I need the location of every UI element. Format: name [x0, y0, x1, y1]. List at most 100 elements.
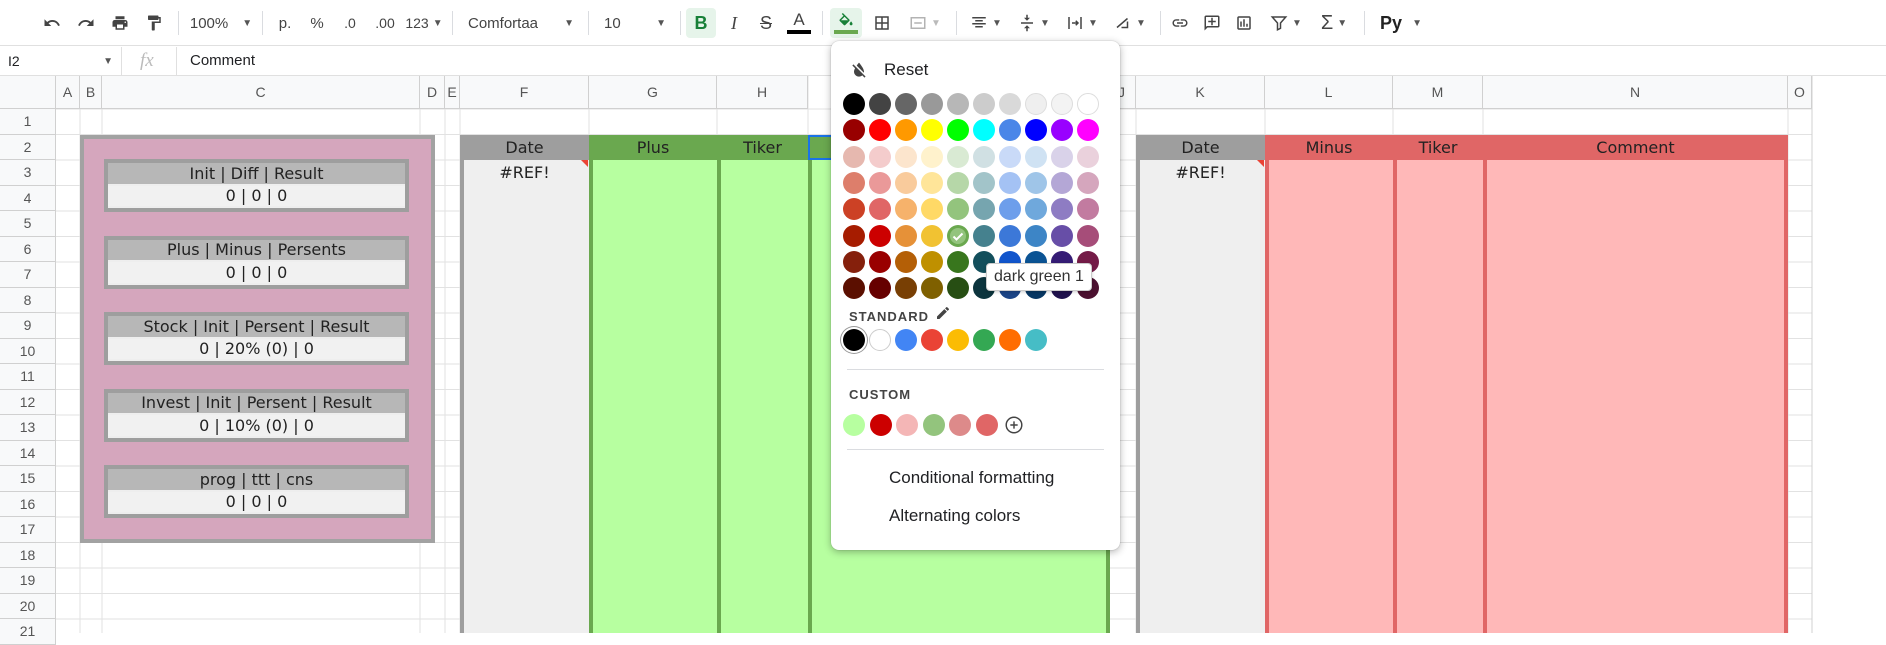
color-swatch[interactable]	[843, 119, 865, 142]
comment-header-minus[interactable]: Comment	[1483, 134, 1788, 160]
formula-input[interactable]: Comment	[190, 52, 255, 69]
custom-color-swatch[interactable]	[949, 414, 971, 436]
color-swatch[interactable]	[843, 145, 865, 168]
color-swatch[interactable]	[843, 250, 865, 273]
color-swatch[interactable]	[843, 198, 865, 221]
color-swatch[interactable]	[921, 198, 943, 221]
color-swatch[interactable]	[869, 250, 891, 273]
column-header-k[interactable]: K	[1136, 76, 1265, 109]
fill-color-button[interactable]	[830, 8, 862, 38]
summary-card-header[interactable]: Stock | Init | Persent | Result	[108, 316, 405, 337]
color-swatch[interactable]	[869, 93, 891, 115]
extension-button[interactable]: Py ▼	[1374, 8, 1428, 38]
color-swatch[interactable]	[1025, 93, 1047, 115]
color-swatch[interactable]	[869, 198, 891, 221]
alternating-colors-item[interactable]: Alternating colors	[889, 506, 1020, 526]
color-swatch[interactable]	[1025, 198, 1047, 221]
standard-color-swatch[interactable]	[1025, 329, 1047, 351]
text-wrap-icon[interactable]: ▼	[1060, 8, 1104, 38]
color-swatch[interactable]	[895, 250, 917, 273]
decrease-decimal-button[interactable]: .0	[336, 8, 364, 38]
custom-color-swatch[interactable]	[975, 414, 998, 436]
row-header-17[interactable]: 17	[0, 517, 56, 543]
filter-icon[interactable]: ▼	[1264, 8, 1308, 38]
color-swatch[interactable]	[1077, 224, 1099, 247]
column-header-g[interactable]: G	[589, 76, 717, 109]
standard-color-swatch[interactable]	[843, 329, 865, 351]
italic-button[interactable]: I	[720, 8, 748, 38]
percent-format-button[interactable]: %	[304, 8, 330, 38]
color-swatch[interactable]	[1077, 171, 1099, 194]
column-header-o[interactable]: O	[1788, 76, 1812, 109]
print-icon[interactable]	[106, 8, 134, 38]
reset-color-item[interactable]: Reset	[849, 57, 1089, 83]
tiker-header-plus[interactable]: Tiker	[717, 134, 808, 160]
color-swatch[interactable]	[895, 224, 917, 247]
custom-color-swatch[interactable]	[843, 414, 865, 436]
color-swatch[interactable]	[999, 224, 1021, 247]
color-swatch[interactable]	[999, 93, 1021, 115]
color-swatch[interactable]	[921, 250, 943, 273]
date-header-minus[interactable]: Date	[1136, 134, 1265, 160]
color-swatch[interactable]	[947, 145, 969, 168]
row-header-8[interactable]: 8	[0, 287, 56, 313]
summary-card-header[interactable]: prog | ttt | cns	[108, 469, 405, 490]
row-header-19[interactable]: 19	[0, 568, 56, 594]
bold-button[interactable]: B	[686, 8, 716, 38]
color-swatch[interactable]	[973, 198, 995, 221]
column-header-a[interactable]: A	[56, 76, 80, 109]
color-swatch[interactable]	[869, 224, 891, 247]
color-swatch[interactable]	[895, 145, 917, 168]
color-swatch[interactable]	[1077, 93, 1099, 115]
column-header-c[interactable]: C	[102, 76, 420, 109]
color-swatch[interactable]	[869, 145, 891, 168]
color-swatch[interactable]	[947, 119, 969, 142]
borders-icon[interactable]	[868, 8, 896, 38]
row-header-3[interactable]: 3	[0, 160, 56, 186]
row-header-10[interactable]: 10	[0, 338, 56, 364]
color-swatch[interactable]	[1051, 224, 1073, 247]
custom-color-swatch[interactable]	[896, 414, 918, 436]
date-header-plus[interactable]: Date	[460, 134, 589, 160]
merge-cells-icon[interactable]: ▼	[902, 8, 948, 38]
color-swatch[interactable]	[999, 119, 1021, 142]
standard-color-swatch[interactable]	[973, 329, 995, 351]
summary-card-value[interactable]: 0 | 0 | 0	[108, 262, 405, 283]
color-swatch[interactable]	[895, 198, 917, 221]
color-swatch[interactable]	[921, 145, 943, 168]
conditional-formatting-item[interactable]: Conditional formatting	[889, 468, 1054, 488]
horizontal-align-icon[interactable]: ▼	[964, 8, 1008, 38]
column-header-e[interactable]: E	[445, 76, 460, 109]
name-box[interactable]: I2 ▼	[0, 47, 122, 75]
font-family-select[interactable]: Comfortaa ▼	[462, 8, 580, 38]
strikethrough-button[interactable]: S	[752, 8, 780, 38]
color-swatch[interactable]	[921, 224, 943, 247]
row-header-12[interactable]: 12	[0, 389, 56, 415]
color-swatch[interactable]	[1025, 224, 1047, 247]
summary-card-header[interactable]: Init | Diff | Result	[108, 163, 405, 184]
summary-card-header[interactable]: Plus | Minus | Persents	[108, 239, 405, 260]
color-swatch[interactable]	[947, 171, 969, 194]
color-swatch[interactable]	[869, 119, 891, 142]
color-swatch[interactable]	[999, 198, 1021, 221]
column-header-b[interactable]: B	[80, 76, 102, 109]
color-swatch[interactable]	[1051, 198, 1073, 221]
color-swatch[interactable]	[947, 198, 969, 221]
color-swatch[interactable]	[973, 145, 995, 168]
text-color-button[interactable]: A	[784, 8, 814, 38]
redo-icon[interactable]	[72, 8, 100, 38]
color-swatch[interactable]	[947, 277, 969, 300]
summary-card-value[interactable]: 0 | 0 | 0	[108, 491, 405, 512]
standard-color-swatch[interactable]	[869, 329, 891, 351]
currency-format-button[interactable]: р.	[272, 8, 298, 38]
color-swatch[interactable]	[999, 145, 1021, 168]
row-header-14[interactable]: 14	[0, 440, 56, 466]
functions-icon[interactable]: Σ ▼	[1312, 8, 1356, 38]
column-header-f[interactable]: F	[460, 76, 589, 109]
custom-color-swatch[interactable]	[922, 414, 945, 436]
color-swatch[interactable]	[973, 171, 995, 194]
color-swatch[interactable]	[895, 119, 917, 142]
row-header-7[interactable]: 7	[0, 262, 56, 288]
column-header-d[interactable]: D	[420, 76, 445, 109]
color-swatch[interactable]	[973, 119, 995, 142]
